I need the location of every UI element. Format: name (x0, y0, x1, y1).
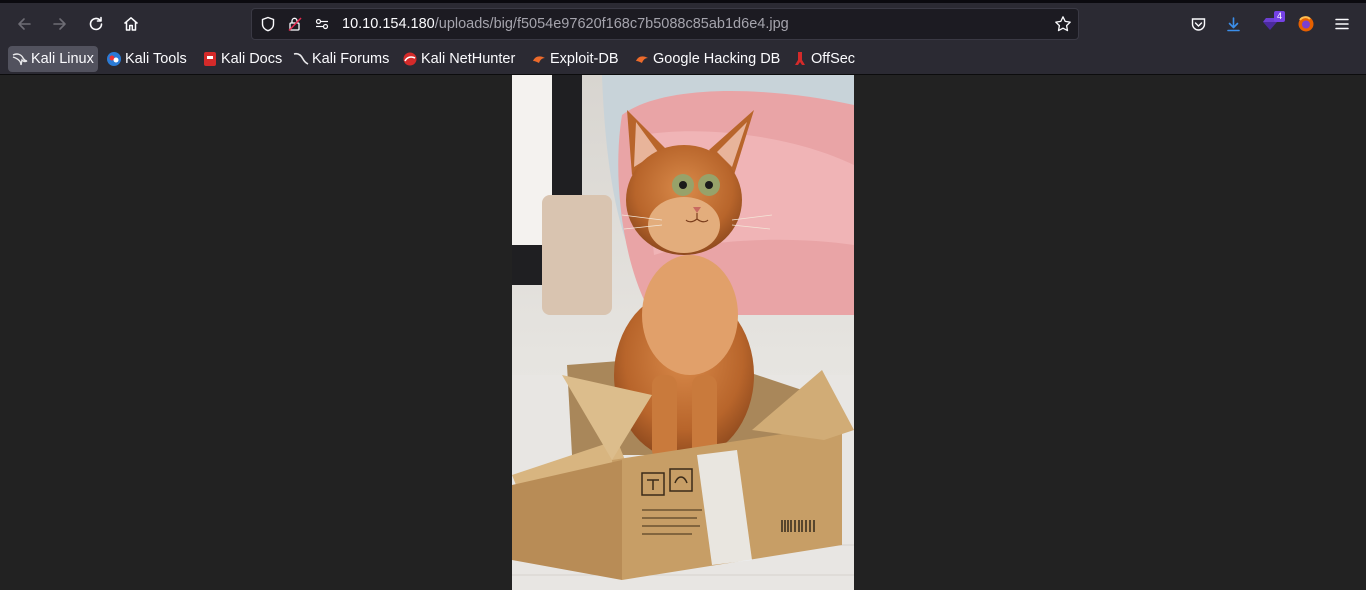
offsec-icon (792, 51, 808, 67)
ghdb-icon (634, 51, 650, 67)
extension-badge: 4 (1273, 11, 1285, 22)
extension-button[interactable]: 4 (1257, 11, 1285, 37)
home-button[interactable] (116, 9, 146, 39)
bookmark-offsec[interactable]: OffSec (788, 46, 859, 72)
exploit-db-icon (531, 51, 547, 67)
url-path: /uploads/big/f5054e97620f168c7b5088c85ab… (434, 16, 789, 32)
bookmark-label: Kali Forums (312, 51, 390, 67)
address-bar[interactable]: 10.10.154.180/uploads/big/f5054e97620f16… (251, 8, 1079, 40)
nethunter-icon (402, 51, 418, 67)
kali-docs-icon (202, 51, 218, 67)
kali-tools-icon (106, 51, 122, 67)
back-button[interactable] (9, 9, 39, 39)
pocket-icon (1191, 17, 1205, 31)
bookmark-star-icon[interactable] (1054, 15, 1072, 33)
bookmark-kali-docs[interactable]: Kali Docs (198, 46, 286, 72)
shield-icon[interactable] (259, 15, 277, 33)
pocket-button[interactable] (1185, 11, 1211, 37)
bookmark-exploit-db[interactable]: Exploit-DB (527, 46, 623, 72)
bookmark-label: Exploit-DB (550, 51, 619, 67)
image-viewer (0, 75, 1366, 590)
bookmark-label: Kali Linux (31, 51, 94, 67)
kali-forums-icon (293, 51, 309, 67)
insecure-lock-icon[interactable] (286, 15, 304, 33)
bookmark-kali-nethunter[interactable]: Kali NetHunter (398, 46, 519, 72)
browser-toolbar: 10.10.154.180/uploads/big/f5054e97620f16… (0, 0, 1366, 42)
arrow-left-icon (18, 18, 31, 30)
uploaded-cat-image[interactable] (512, 75, 854, 590)
forward-button[interactable] (45, 9, 75, 39)
bookmark-label: Kali Tools (125, 51, 187, 67)
bookmark-label: Kali NetHunter (421, 51, 516, 67)
arrow-right-icon (53, 18, 66, 30)
bookmark-kali-tools[interactable]: Kali Tools (102, 46, 191, 72)
cat-in-box-photo (512, 75, 854, 590)
bookmark-kali-forums[interactable]: Kali Forums (289, 46, 393, 72)
url-text[interactable]: 10.10.154.180/uploads/big/f5054e97620f16… (342, 16, 789, 32)
download-arrow-icon (1226, 16, 1240, 31)
url-host: 10.10.154.180 (342, 16, 435, 32)
downloads-button[interactable] (1220, 11, 1246, 37)
home-icon (124, 17, 138, 31)
kali-dragon-icon (12, 51, 28, 67)
firefox-icon (1298, 16, 1314, 32)
reload-icon (89, 16, 103, 31)
hamburger-menu-icon (1335, 18, 1349, 30)
bookmark-label: Google Hacking DB (653, 51, 781, 67)
permissions-icon[interactable] (313, 15, 331, 33)
bookmark-label: OffSec (811, 51, 856, 67)
bookmark-google-hacking-db[interactable]: Google Hacking DB (630, 46, 784, 72)
bookmarks-toolbar: Kali Linux Kali Tools Kali Docs Kali For… (0, 42, 1366, 75)
bookmark-kali-linux[interactable]: Kali Linux (8, 46, 98, 72)
firefox-account-button[interactable] (1293, 11, 1319, 37)
reload-button[interactable] (81, 9, 111, 39)
bookmark-label: Kali Docs (221, 51, 283, 67)
menu-button[interactable] (1329, 11, 1355, 37)
